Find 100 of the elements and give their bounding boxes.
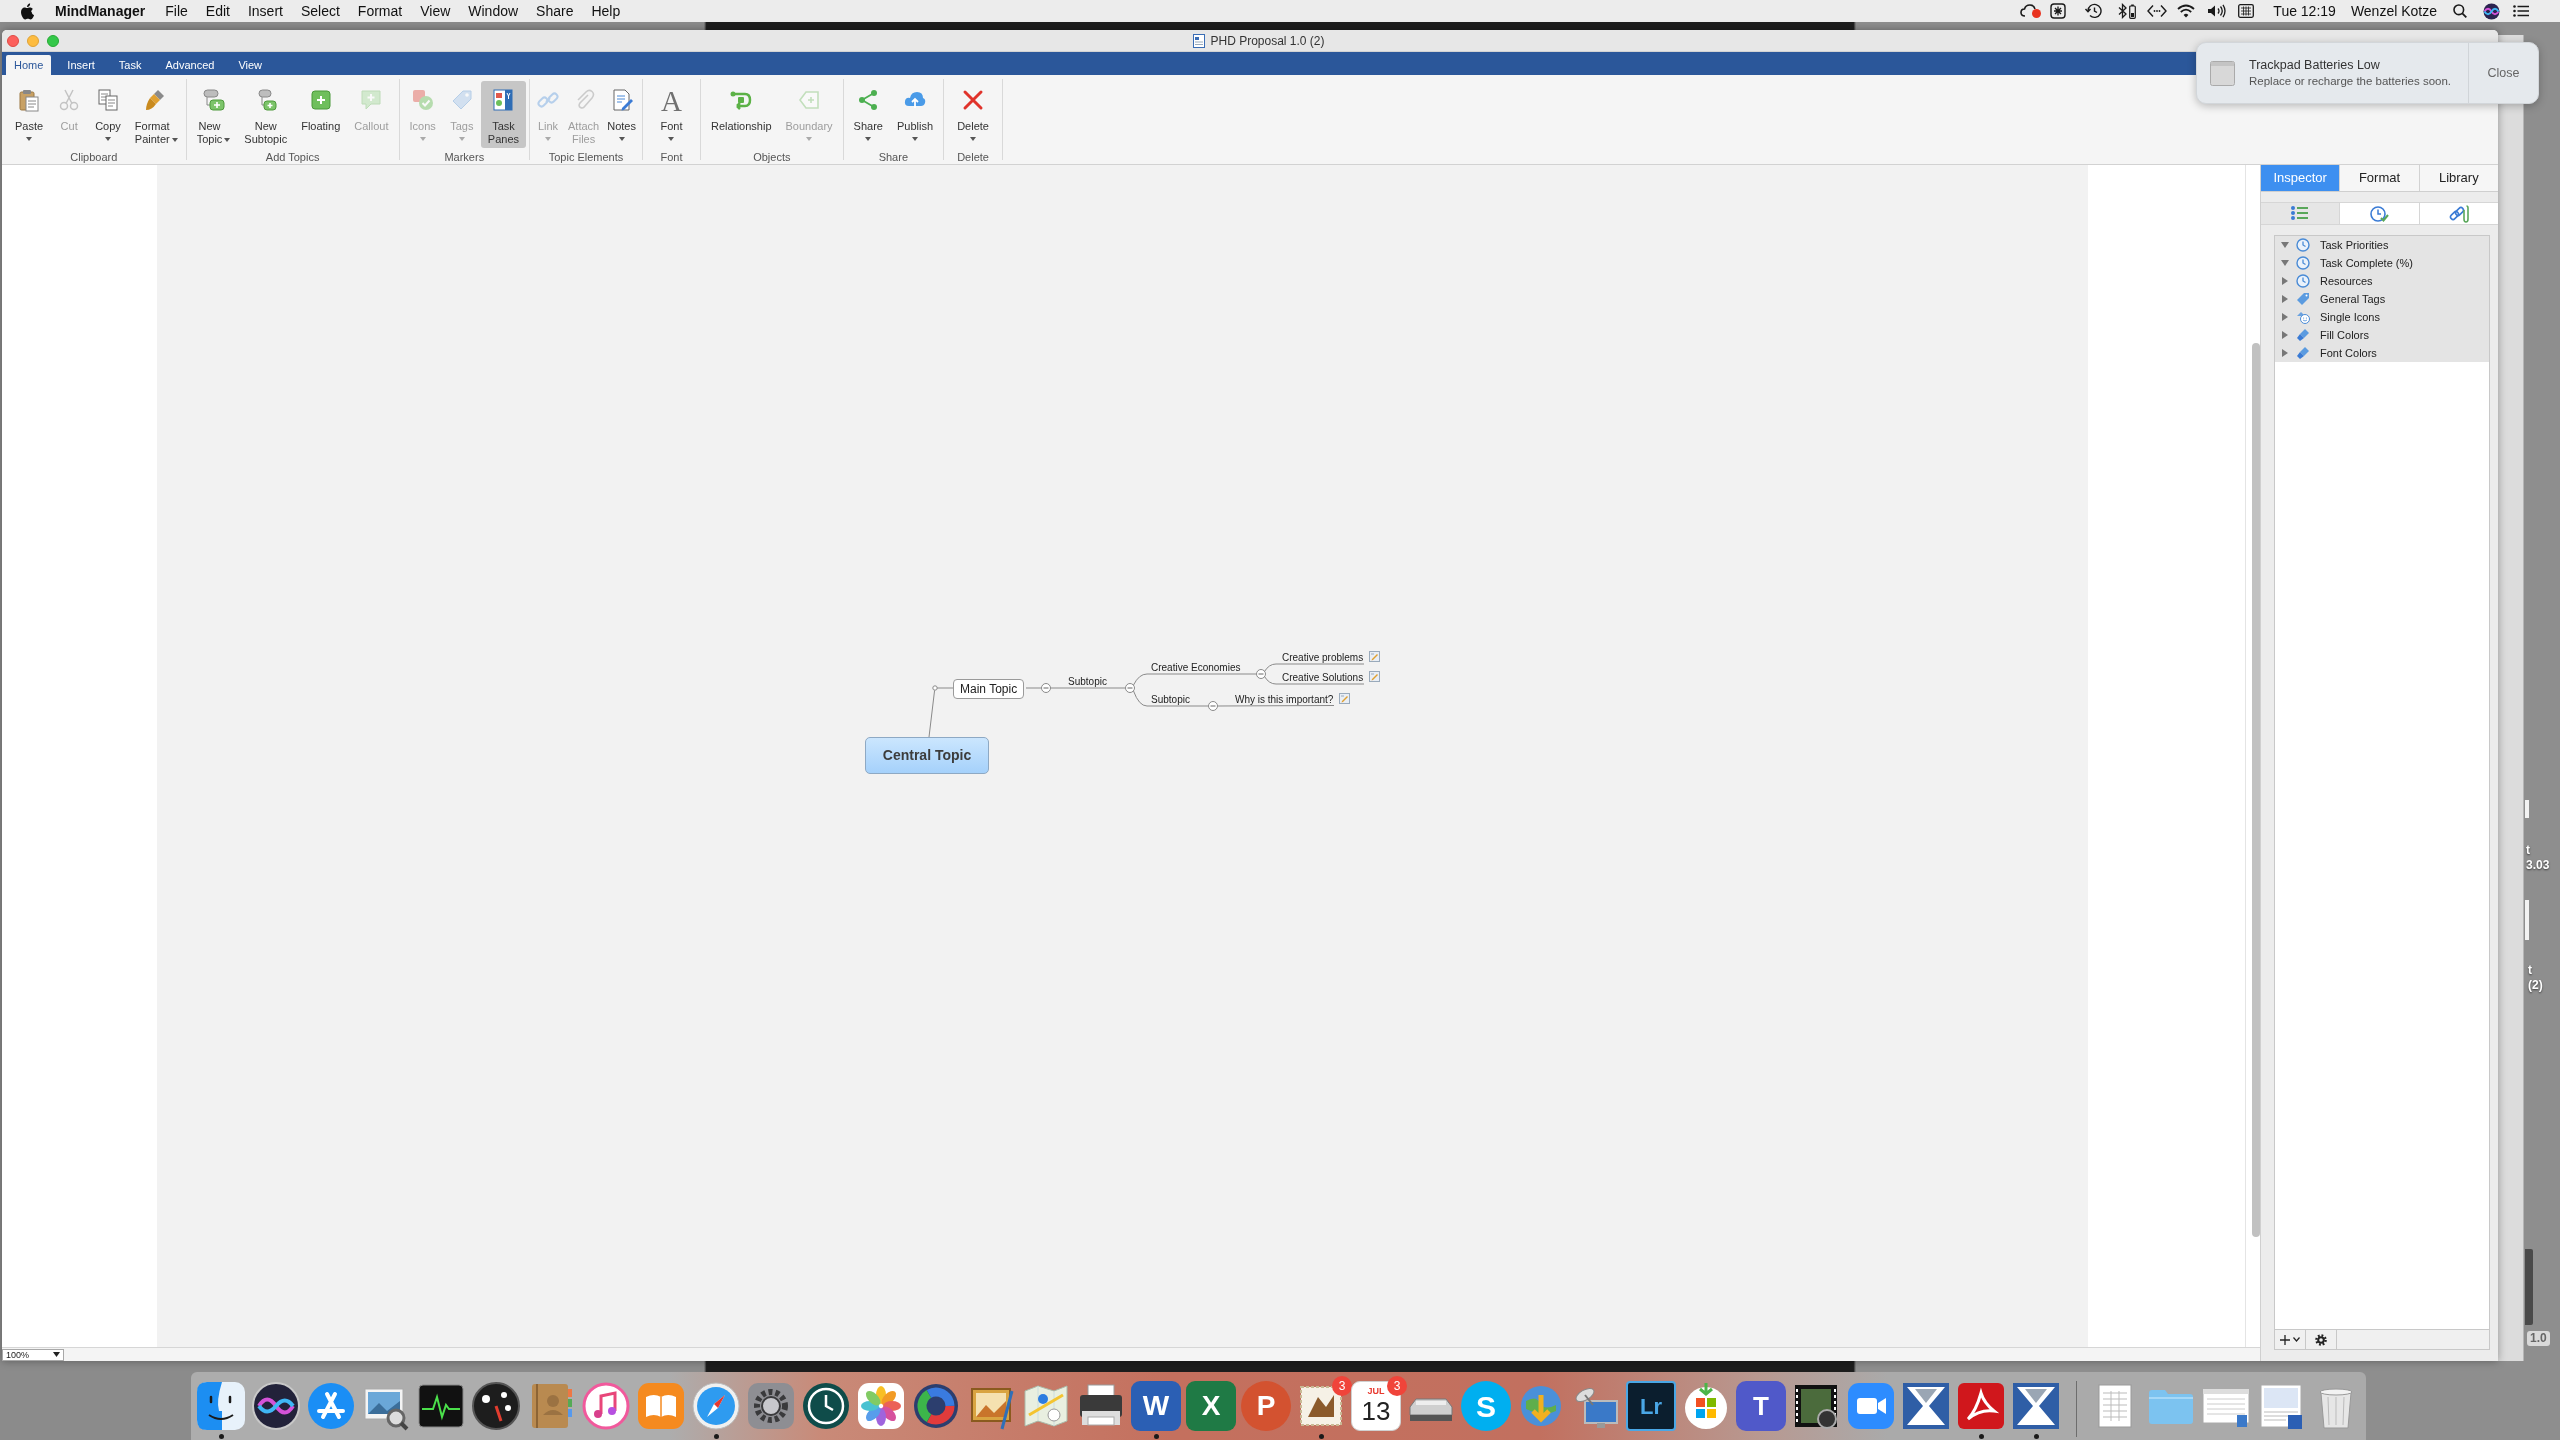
menu-item[interactable]: Select <box>291 0 349 22</box>
app-icon-tile[interactable]: W <box>1131 1381 1181 1431</box>
collapse-toggle-icon[interactable] <box>1208 701 1218 711</box>
tree-item[interactable]: Task Priorities <box>2275 236 2489 254</box>
face-icon[interactable] <box>196 1381 246 1431</box>
gear-icon[interactable] <box>746 1381 796 1431</box>
ribbon-button[interactable]: Notes <box>603 81 640 148</box>
paintbrush-icon <box>2296 328 2310 342</box>
tree-item[interactable]: Single Icons <box>2275 308 2489 326</box>
split-tile-icon[interactable] <box>1901 1381 1951 1431</box>
connector-line <box>1025 687 1042 689</box>
split-tile-icon[interactable] <box>2011 1381 2061 1431</box>
keyboard-grid-icon[interactable] <box>2238 4 2255 18</box>
ribbon-button[interactable]: Copy <box>88 81 128 148</box>
app-icon-tile[interactable]: T <box>1736 1381 1786 1431</box>
panel-tab[interactable]: Library <box>2418 165 2498 191</box>
menu-item[interactable]: Window <box>459 0 528 22</box>
ribbon-button[interactable]: Delete <box>950 81 996 148</box>
view-tab[interactable] <box>2339 203 2419 224</box>
scrollbar-thumb[interactable] <box>2252 343 2260 1237</box>
video-camera-icon[interactable] <box>1846 1381 1896 1431</box>
search-icon[interactable] <box>2453 4 2467 18</box>
color-wheel-icon[interactable] <box>911 1381 961 1431</box>
app-icon-tile[interactable]: P <box>1241 1381 1291 1431</box>
ribbon-button[interactable]: New Topic <box>189 81 238 148</box>
battery-icon[interactable] <box>2129 3 2137 19</box>
flower-icon[interactable] <box>856 1381 906 1431</box>
collapse-toggle-icon[interactable] <box>1041 683 1051 693</box>
subtopic: Subtopic <box>1068 676 1107 687</box>
ribbon-button[interactable]: Relationship <box>703 81 779 148</box>
list-icon[interactable] <box>2513 5 2529 17</box>
volume-icon[interactable] <box>2207 4 2228 18</box>
menu-item[interactable]: File <box>156 0 197 22</box>
collapse-toggle-icon[interactable] <box>1256 669 1266 679</box>
heartbeat-monitor-icon[interactable] <box>416 1381 466 1431</box>
collapse-toggle-icon[interactable] <box>1125 683 1135 693</box>
tree-item[interactable]: Font Colors <box>2275 344 2489 362</box>
tree-item[interactable]: Fill Colors <box>2275 326 2489 344</box>
disclosure-triangle-icon[interactable] <box>2281 313 2289 321</box>
clock-icon[interactable] <box>801 1381 851 1431</box>
menu-item[interactable]: Format <box>348 0 412 22</box>
ribbon-tab[interactable]: Advanced <box>157 55 223 75</box>
gauge-icon[interactable] <box>471 1381 521 1431</box>
disclosure-triangle-icon[interactable] <box>2281 349 2289 357</box>
menu-item[interactable]: Share <box>527 0 583 22</box>
close-button[interactable]: Close <box>2468 43 2538 103</box>
ribbon-button[interactable]: New Subtopic <box>237 81 295 148</box>
app-icon-tile[interactable]: Lr <box>1626 1381 1676 1431</box>
disclosure-triangle-icon[interactable] <box>2281 295 2289 303</box>
history-clock-icon[interactable] <box>2084 3 2103 19</box>
swirl-icon[interactable] <box>1956 1381 2006 1431</box>
disclosure-triangle-icon[interactable] <box>2281 241 2289 249</box>
wifi-icon[interactable] <box>2177 4 2196 18</box>
notification-badge: 3 <box>1387 1376 1407 1396</box>
ribbon-button[interactable]: Floating <box>294 81 348 148</box>
document-icon <box>1193 33 1206 48</box>
ribbon-button[interactable]: Share <box>846 81 890 148</box>
code-brackets-icon[interactable] <box>2147 4 2168 18</box>
ribbon-button[interactable]: Format Painter <box>127 81 185 148</box>
bluetooth-icon[interactable] <box>2118 3 2128 19</box>
note-icon[interactable] <box>1369 671 1381 682</box>
ribbon-button[interactable]: Paste <box>8 81 51 148</box>
ribbon-button[interactable]: Task Panes <box>480 81 527 148</box>
ribbon-tab[interactable]: Task <box>110 55 150 75</box>
orb-icon[interactable] <box>251 1381 301 1431</box>
note-icon[interactable] <box>1369 651 1381 662</box>
ribbon-button[interactable]: Publish <box>889 81 941 148</box>
open-book-icon[interactable] <box>636 1381 686 1431</box>
crossed-tools-icon[interactable] <box>306 1381 356 1431</box>
orb-icon[interactable] <box>2483 2 2500 20</box>
disclosure-triangle-icon[interactable] <box>2281 277 2289 285</box>
asterisk-box-icon[interactable] <box>2050 3 2067 19</box>
cloud-icon[interactable] <box>2020 3 2043 19</box>
ribbon-tab[interactable]: Home <box>6 55 52 75</box>
menu-item[interactable]: Insert <box>238 0 292 22</box>
app-icon-tile[interactable]: X <box>1186 1381 1236 1431</box>
user-menu[interactable]: Wenzel Kotze <box>2350 0 2437 22</box>
menu-item[interactable]: View <box>411 0 460 22</box>
close-button[interactable] <box>7 34 19 47</box>
apple-icon[interactable] <box>20 2 34 20</box>
app-menu[interactable]: MindManager <box>47 0 154 22</box>
menu-item[interactable]: Edit <box>196 0 239 22</box>
menu-item[interactable]: Help <box>582 0 630 22</box>
tree-item[interactable]: General Tags <box>2275 290 2489 308</box>
disclosure-triangle-icon[interactable] <box>2281 259 2289 267</box>
note-icon[interactable] <box>1339 693 1351 704</box>
disclosure-triangle-icon[interactable] <box>2281 331 2289 339</box>
ribbon-button[interactable]: A Font <box>653 81 690 148</box>
zoom-button[interactable] <box>47 34 59 47</box>
panel-tab[interactable]: Format <box>2339 165 2419 191</box>
music-note-icon[interactable] <box>581 1381 631 1431</box>
ribbon-tab[interactable]: Insert <box>59 55 103 75</box>
tree-item[interactable]: Task Complete (%) <box>2275 254 2489 272</box>
view-tab[interactable] <box>2261 203 2340 224</box>
tree-item[interactable]: Resources <box>2275 272 2489 290</box>
compass-icon[interactable] <box>691 1381 741 1431</box>
view-tab[interactable] <box>2418 203 2498 224</box>
clock-menu[interactable]: Tue 12:19 <box>2273 0 2336 22</box>
zoom-dropdown[interactable]: 100% <box>2 1348 64 1361</box>
ribbon-tab[interactable]: View <box>230 55 271 75</box>
